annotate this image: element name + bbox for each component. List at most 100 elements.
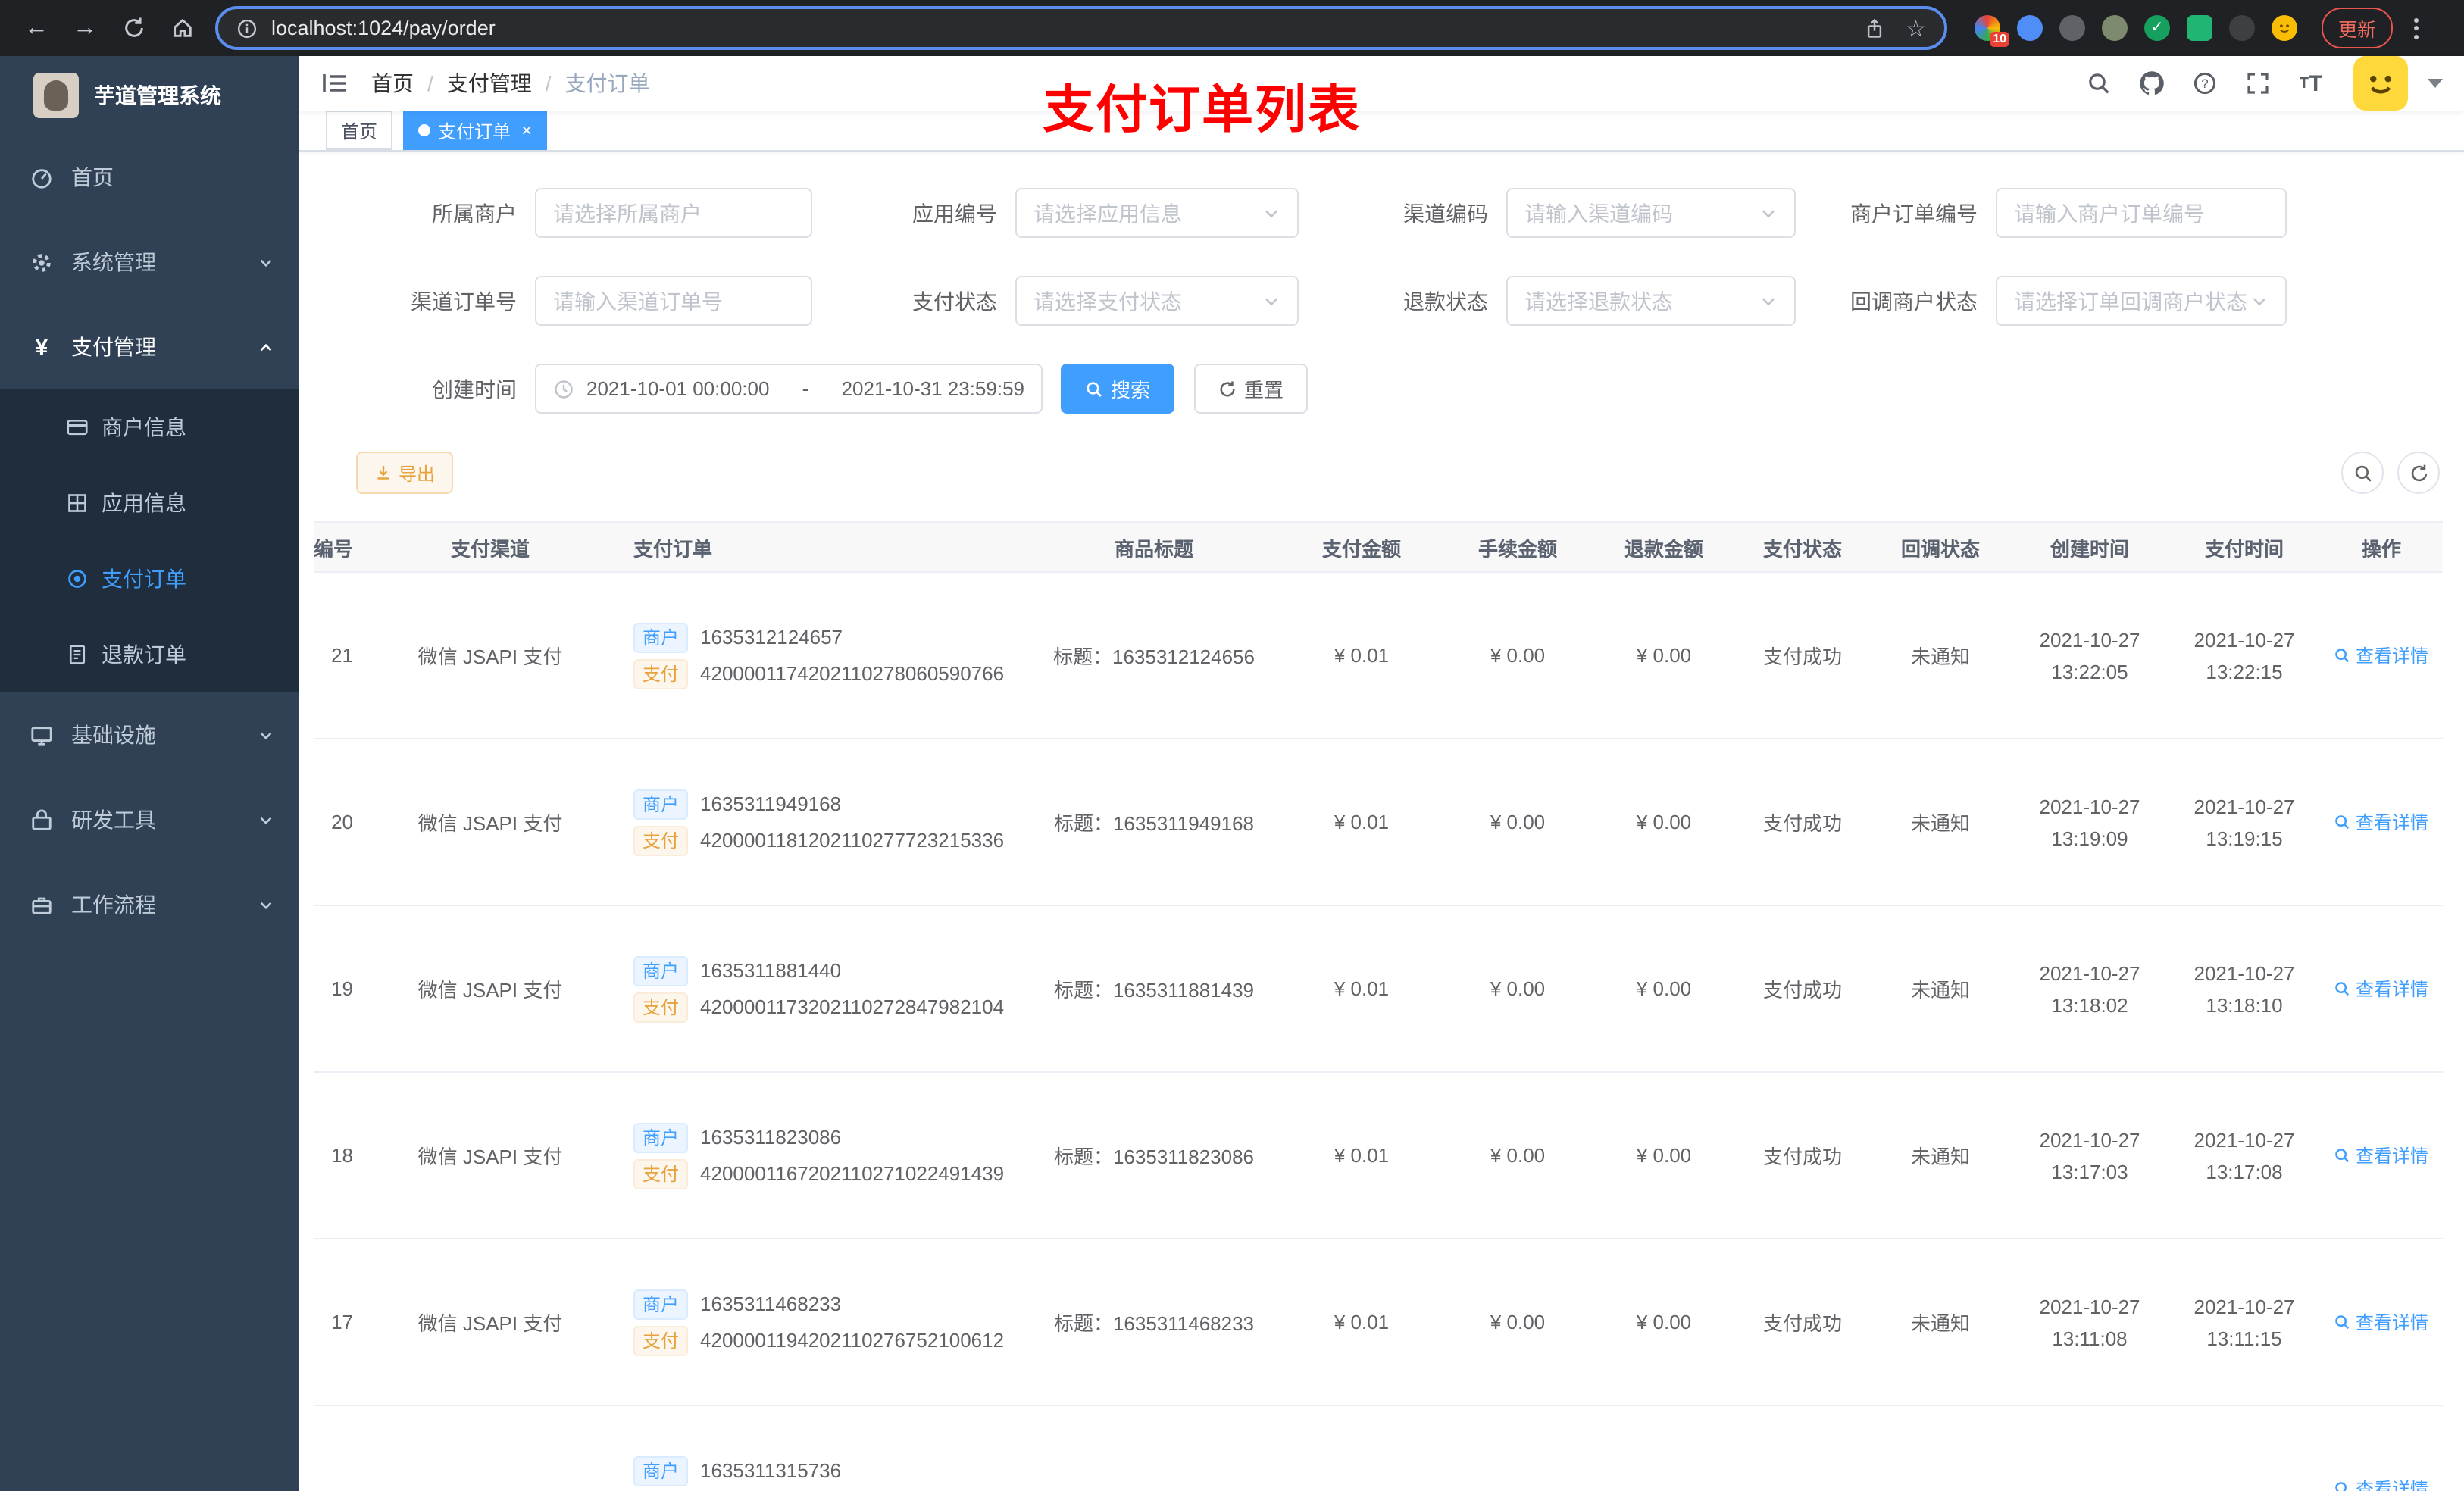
- product-title: 标题：1635311823086: [1027, 1072, 1280, 1239]
- navbar-actions: ? TT: [2079, 56, 2464, 111]
- pay-order-no: 4200001181202110277723215336: [700, 829, 1005, 852]
- breadcrumb-home[interactable]: 首页: [371, 68, 414, 98]
- view-detail-link[interactable]: 查看详情: [2334, 809, 2428, 835]
- tags-view: 首页 支付订单 ×: [299, 111, 2464, 152]
- fullscreen-icon[interactable]: [2238, 64, 2278, 103]
- breadcrumb-section[interactable]: 支付管理: [447, 68, 532, 98]
- extension-colorful-icon[interactable]: 10: [1975, 15, 2009, 47]
- tab-home[interactable]: 首页: [326, 111, 393, 150]
- date-end[interactable]: 2021-10-31 23:59:59: [842, 377, 1024, 400]
- sidebar-item-dev-tools[interactable]: 研发工具: [0, 777, 299, 862]
- url-text[interactable]: localhost:1024/pay/order: [271, 17, 496, 39]
- fee-amount: ¥ 0.00: [1443, 1072, 1593, 1239]
- pay-order-no: 4200001174202110278060590766: [700, 662, 1005, 685]
- sidebar-item-refund-order[interactable]: 退款订单: [0, 617, 299, 692]
- pay-tag: 支付: [633, 825, 689, 855]
- refund-amount: ¥ 0.00: [1593, 1239, 1735, 1406]
- bookmark-star-icon[interactable]: ☆: [1906, 14, 1926, 42]
- pay-channel: 微信 JSAPI 支付: [365, 1239, 615, 1406]
- merchant-order-no-input[interactable]: 请输入商户订单编号: [1996, 188, 2287, 238]
- search-button[interactable]: 搜索: [1061, 364, 1175, 414]
- site-info-icon[interactable]: [236, 17, 258, 39]
- search-icon: [2336, 1315, 2350, 1330]
- share-icon[interactable]: [1863, 17, 1884, 39]
- view-detail-link[interactable]: 查看详情: [2334, 1142, 2428, 1168]
- merchant-label: 所属商户: [432, 201, 517, 225]
- hide-search-icon[interactable]: [2341, 452, 2384, 494]
- navbar: 首页 / 支付管理 / 支付订单 支付订单列表 ? T T: [299, 56, 2464, 139]
- sidebar-item-home[interactable]: 首页: [0, 135, 299, 220]
- extension-emoji-icon[interactable]: [2272, 15, 2297, 41]
- reset-button[interactable]: 重置: [1194, 364, 1309, 414]
- extension-green-check-icon[interactable]: ✓: [2144, 15, 2170, 41]
- sidebar-item-label: 支付订单: [102, 567, 186, 591]
- font-size-icon[interactable]: TT: [2291, 64, 2331, 103]
- page: ← → localhost:1024/pay/order ☆ 10 ✓ 更新 芋…: [0, 0, 2464, 1491]
- col-fee: 手续金额: [1443, 521, 1593, 573]
- view-detail-link[interactable]: 查看详情: [2334, 1476, 2428, 1491]
- channel-code-select[interactable]: 请输入渠道编码: [1506, 188, 1796, 238]
- refresh-icon: [1220, 380, 1235, 396]
- view-detail-link[interactable]: 查看详情: [2334, 642, 2428, 668]
- sidebar-item-system[interactable]: 系统管理: [0, 220, 299, 305]
- tab-close-icon[interactable]: ×: [521, 121, 532, 139]
- search-icon[interactable]: [2079, 64, 2118, 103]
- sidebar-item-app-info[interactable]: 应用信息: [0, 465, 299, 541]
- sidebar-logo[interactable]: 芋道管理系统: [0, 56, 299, 135]
- pay-amount: ¥ 0.01: [1280, 905, 1443, 1073]
- extension-olive-icon[interactable]: [2102, 15, 2128, 41]
- tab-pay-order[interactable]: 支付订单 ×: [403, 111, 548, 150]
- github-icon[interactable]: [2132, 64, 2172, 103]
- notify-status: [1870, 1405, 2011, 1491]
- refresh-table-icon[interactable]: [2397, 452, 2440, 494]
- app-no-select[interactable]: 请选择应用信息: [1015, 188, 1299, 238]
- app-title: 芋道管理系统: [94, 83, 221, 108]
- view-detail-link[interactable]: 查看详情: [2334, 976, 2428, 1002]
- view-detail-link[interactable]: 查看详情: [2334, 1309, 2428, 1335]
- sidebar-item-workflow[interactable]: 工作流程: [0, 862, 299, 947]
- col-id: 编号: [314, 521, 365, 573]
- create-time: 2021-10-27 13:17:03: [2011, 1072, 2169, 1239]
- order-id: 21: [314, 572, 365, 739]
- forward-icon[interactable]: →: [64, 7, 106, 49]
- back-icon[interactable]: ←: [15, 7, 58, 49]
- col-pay-time: 支付时间: [2169, 521, 2320, 573]
- export-button[interactable]: 导出: [356, 452, 454, 494]
- extension-green-square-icon[interactable]: [2187, 15, 2212, 41]
- search-icon: [2336, 982, 2350, 996]
- notify-status-select[interactable]: 请选择订单回调商户状态: [1996, 276, 2287, 326]
- order-id: 19: [314, 905, 365, 1073]
- extension-badge: 10: [1990, 32, 2009, 47]
- extension-gray-icon[interactable]: [2059, 15, 2085, 41]
- channel-order-no-input[interactable]: 请输入渠道订单号: [535, 276, 812, 326]
- order-id: 17: [314, 1239, 365, 1406]
- merchant-tag: 商户: [633, 1122, 689, 1152]
- user-avatar[interactable]: [2353, 56, 2408, 111]
- pay-order-no: 4200001194202110276752100612: [700, 1329, 1005, 1352]
- svg-text:?: ?: [2201, 77, 2208, 91]
- date-start[interactable]: 2021-10-01 00:00:00: [586, 377, 769, 400]
- home-icon[interactable]: [161, 7, 203, 49]
- extension-dark-icon[interactable]: [2229, 15, 2255, 41]
- sidebar-item-infra[interactable]: 基础设施: [0, 692, 299, 777]
- create-time-range-picker[interactable]: 2021-10-01 00:00:00 - 2021-10-31 23:59:5…: [535, 364, 1043, 414]
- sidebar-item-pay[interactable]: ¥ 支付管理: [0, 305, 299, 389]
- document-icon: [69, 645, 86, 664]
- pay-status-select[interactable]: 请选择支付状态: [1015, 276, 1299, 326]
- target-icon: [68, 570, 86, 588]
- sidebar-toggle-icon[interactable]: [299, 56, 371, 111]
- browser-menu-icon[interactable]: [2414, 17, 2419, 39]
- reload-icon[interactable]: [112, 7, 155, 49]
- chrome-update-button[interactable]: 更新: [2322, 8, 2394, 48]
- address-bar[interactable]: localhost:1024/pay/order ☆: [215, 6, 1947, 50]
- pay-time: [2169, 1405, 2320, 1491]
- extension-blue-icon[interactable]: [2017, 15, 2043, 41]
- sidebar-item-pay-order[interactable]: 支付订单: [0, 541, 299, 617]
- refund-status-select[interactable]: 请选择退款状态: [1506, 276, 1796, 326]
- chevron-down-icon: [260, 901, 272, 909]
- avatar-caret-icon[interactable]: [2428, 79, 2443, 88]
- help-icon[interactable]: ?: [2185, 64, 2225, 103]
- sidebar-item-merchant-info[interactable]: 商户信息: [0, 389, 299, 465]
- order-id: 18: [314, 1072, 365, 1239]
- merchant-input[interactable]: 请选择所属商户: [535, 188, 812, 238]
